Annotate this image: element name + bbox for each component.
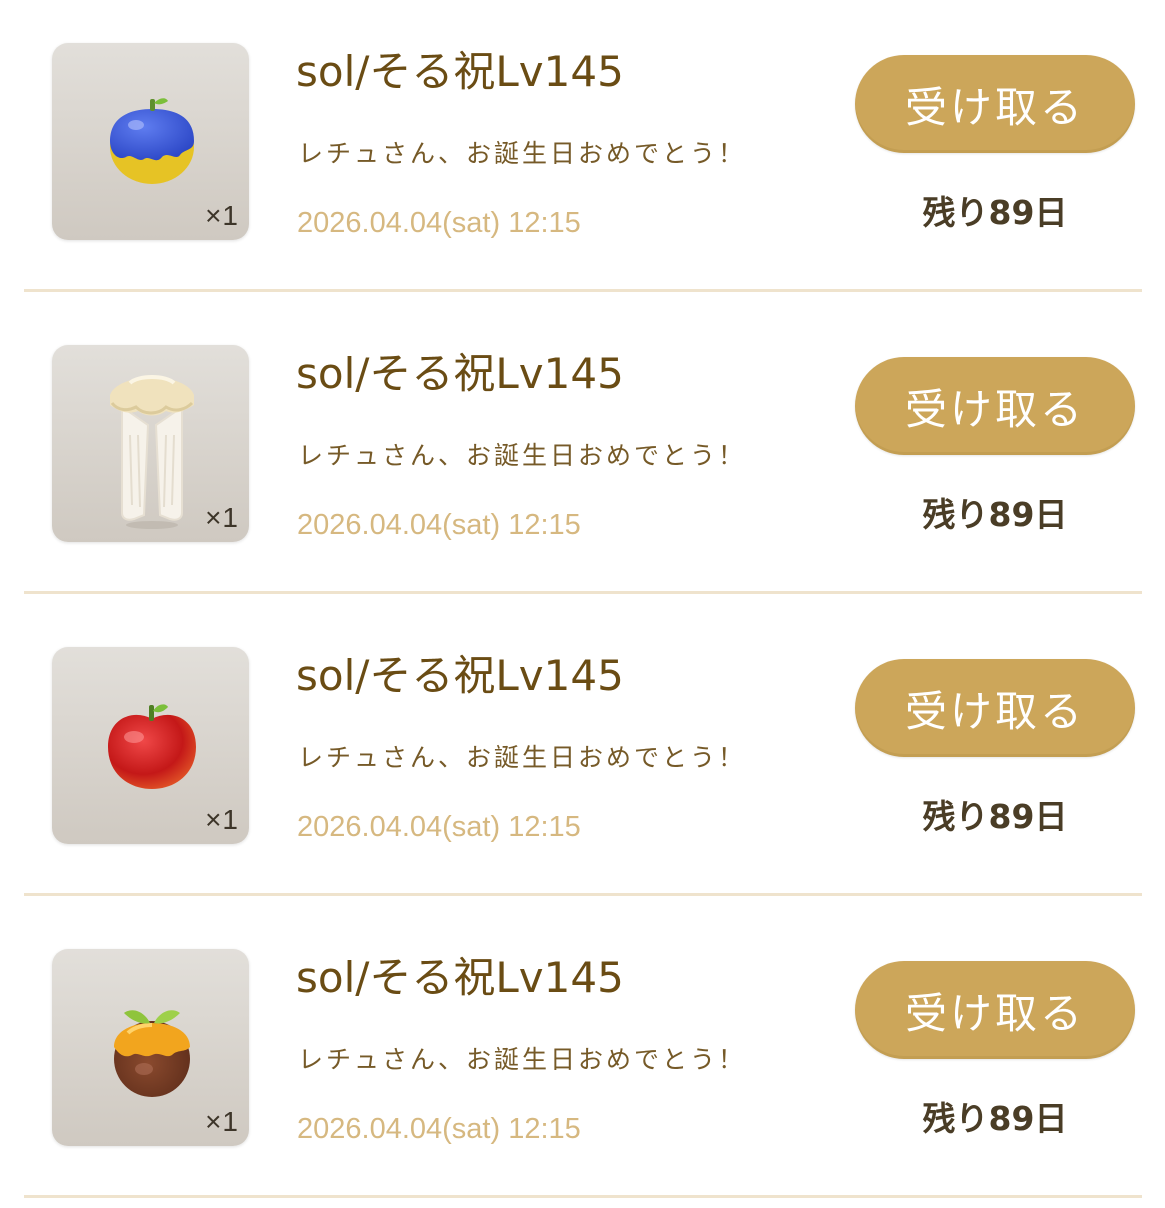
item-tile[interactable]: ×1 <box>52 949 249 1146</box>
mail-title: sol/そる祝Lv145 <box>296 953 624 1002</box>
mail-row: ×1 sol/そる祝Lv145 レチュさん、お誕生日おめでとう！ 2026.04… <box>0 604 1165 906</box>
days-left-label: 残り89日 <box>922 495 1068 534</box>
item-quantity: ×1 <box>205 200 239 231</box>
mail-row: ×1 sol/そる祝Lv145 レチュさん、お誕生日おめでとう！ 2026.04… <box>0 906 1165 1208</box>
receive-button[interactable]: 受け取る <box>855 659 1135 757</box>
mail-title: sol/そる祝Lv145 <box>296 349 624 398</box>
days-left-label: 残り89日 <box>922 797 1068 836</box>
receive-button[interactable]: 受け取る <box>855 55 1135 153</box>
mail-date: 2026.04.04(sat) 12:15 <box>297 811 581 843</box>
item-tile[interactable]: ×1 <box>52 345 249 542</box>
receive-button[interactable]: 受け取る <box>855 357 1135 455</box>
mail-date: 2026.04.04(sat) 12:15 <box>297 207 581 239</box>
item-quantity: ×1 <box>205 1106 239 1137</box>
mail-row: ×1 sol/そる祝Lv145 レチュさん、お誕生日おめでとう！ 2026.04… <box>0 302 1165 604</box>
gift-mail-list: ×1 sol/そる祝Lv145 レチュさん、お誕生日おめでとう！ 2026.04… <box>0 0 1165 1200</box>
row-divider <box>24 289 1142 292</box>
days-left-label: 残り89日 <box>922 193 1068 232</box>
receive-button[interactable]: 受け取る <box>855 961 1135 1059</box>
mail-date: 2026.04.04(sat) 12:15 <box>297 509 581 541</box>
item-tile[interactable]: ×1 <box>52 647 249 844</box>
row-divider <box>24 893 1142 896</box>
mail-message: レチュさん、お誕生日おめでとう！ <box>298 441 747 470</box>
mail-message: レチュさん、お誕生日おめでとう！ <box>298 1045 747 1074</box>
mail-row: ×1 sol/そる祝Lv145 レチュさん、お誕生日おめでとう！ 2026.04… <box>0 0 1165 302</box>
item-quantity: ×1 <box>205 804 239 835</box>
item-quantity: ×1 <box>205 502 239 533</box>
mail-message: レチュさん、お誕生日おめでとう！ <box>298 743 747 772</box>
mail-title: sol/そる祝Lv145 <box>296 651 624 700</box>
row-divider <box>24 1195 1142 1198</box>
mail-title: sol/そる祝Lv145 <box>296 47 624 96</box>
item-tile[interactable]: ×1 <box>52 43 249 240</box>
row-divider <box>24 591 1142 594</box>
days-left-label: 残り89日 <box>922 1099 1068 1138</box>
mail-message: レチュさん、お誕生日おめでとう！ <box>298 139 747 168</box>
mail-date: 2026.04.04(sat) 12:15 <box>297 1113 581 1145</box>
